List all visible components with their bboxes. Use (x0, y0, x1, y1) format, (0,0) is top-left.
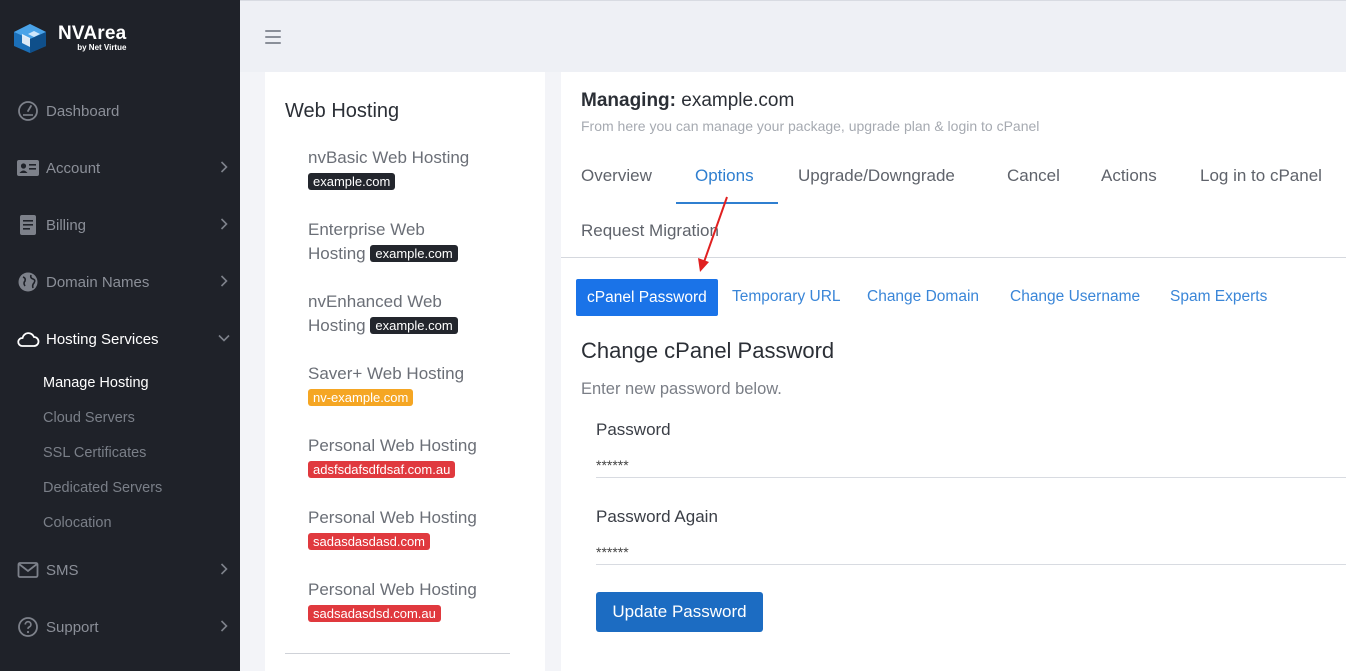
subtab-temporary-url[interactable]: Temporary URL (732, 288, 841, 306)
sidebar-item-label: Account (46, 159, 101, 177)
hosting-service-item[interactable]: Personal Web Hosting sadasdasdasd.com (308, 506, 508, 554)
chevron-right-icon (220, 218, 228, 230)
hosting-service-item[interactable]: nvEnhanced Web Hosting example.com (308, 290, 478, 338)
active-tab-indicator (676, 202, 778, 204)
sidebar-item-label: Support (46, 618, 99, 636)
sidebar-subitem-cloud-servers[interactable]: Cloud Servers (43, 410, 135, 426)
tab-request-migration[interactable]: Request Migration (581, 221, 719, 241)
hosting-list-card: Web Hosting nvBasic Web Hosting example.… (265, 72, 545, 671)
sidebar-item-billing[interactable]: Billing (0, 205, 240, 245)
domain-badge: nv-example.com (308, 389, 414, 406)
section-subtitle: Enter new password below. (581, 380, 782, 398)
domain-badge: adsfsdafsdfdsaf.com.au (308, 461, 456, 478)
sidebar-item-label: Billing (46, 216, 87, 234)
page-subtitle: From here you can manage your package, u… (581, 118, 1040, 134)
subtab-cpanel-password[interactable]: cPanel Password (576, 279, 718, 316)
sidebar-item-sms[interactable]: SMS (0, 550, 240, 590)
top-bar (240, 0, 1346, 72)
hosting-service-item[interactable]: Personal Web Hosting sadsadasdsd.com.au (308, 578, 508, 626)
chevron-right-icon (220, 161, 228, 173)
hosting-service-item[interactable]: Enterprise Web Hosting example.com (308, 218, 478, 266)
managing-domain: example.com (681, 90, 795, 111)
page-title: Managing: example.com (581, 90, 794, 112)
sidebar-item-hosting-services[interactable]: Hosting Services (0, 319, 240, 359)
sidebar-subitem-dedicated-servers[interactable]: Dedicated Servers (43, 480, 162, 496)
divider (285, 653, 510, 654)
managing-label: Managing: (581, 90, 676, 111)
tab-options[interactable]: Options (695, 166, 754, 186)
subtab-change-username[interactable]: Change Username (1010, 288, 1140, 306)
service-name: Personal Web Hosting (308, 436, 477, 455)
sidebar-item-domain-names[interactable]: Domain Names (0, 262, 240, 302)
globe-icon (16, 270, 40, 294)
tab-cancel[interactable]: Cancel (1007, 166, 1060, 186)
sidebar-subitem-colocation[interactable]: Colocation (43, 515, 112, 531)
hosting-service-item[interactable]: Personal Web Hosting adsfsdafsdfdsaf.com… (308, 434, 508, 482)
sidebar-subitem-manage-hosting[interactable]: Manage Hosting (43, 375, 149, 391)
subtab-change-domain[interactable]: Change Domain (867, 288, 979, 306)
help-icon (16, 615, 40, 639)
update-password-button[interactable]: Update Password (596, 592, 763, 632)
chevron-right-icon (220, 620, 228, 632)
tab-log-in-to-cpanel[interactable]: Log in to cPanel (1200, 166, 1322, 186)
password-label: Password (596, 420, 671, 439)
password-field[interactable] (596, 450, 1346, 478)
brand-sub: by Net Virtue (77, 43, 127, 52)
domain-badge: example.com (370, 245, 458, 262)
sidebar-item-label: SMS (46, 561, 79, 579)
chevron-right-icon (220, 275, 228, 287)
chevron-down-icon (218, 334, 230, 342)
subtab-spam-experts[interactable]: Spam Experts (1170, 288, 1267, 306)
tab-actions[interactable]: Actions (1101, 166, 1157, 186)
logo-cube-icon (14, 24, 46, 53)
brand-logo[interactable]: NVArea by Net Virtue (10, 22, 126, 54)
manage-panel: Managing: example.com From here you can … (561, 72, 1346, 671)
id-card-icon (16, 156, 40, 180)
cloud-icon (16, 327, 40, 351)
tab-upgrade-downgrade[interactable]: Upgrade/Downgrade (798, 166, 955, 186)
hosting-service-item[interactable]: nvBasic Web Hosting example.com (308, 146, 508, 194)
speedometer-icon (16, 99, 40, 123)
sidebar-item-dashboard[interactable]: Dashboard (0, 91, 240, 131)
hosting-list-title: Web Hosting (285, 100, 400, 122)
password-again-label: Password Again (596, 507, 718, 526)
domain-badge: sadasdasdasd.com (308, 533, 431, 550)
sidebar-item-label: Hosting Services (46, 330, 159, 348)
section-title: Change cPanel Password (581, 338, 835, 363)
divider (561, 257, 1346, 258)
invoice-icon (16, 213, 40, 237)
domain-badge: example.com (308, 173, 396, 190)
tab-overview[interactable]: Overview (581, 166, 652, 186)
sidebar-item-support[interactable]: Support (0, 607, 240, 647)
domain-badge: sadsadasdsd.com.au (308, 605, 441, 622)
chevron-right-icon (220, 563, 228, 575)
sidebar-subitem-ssl-certificates[interactable]: SSL Certificates (43, 445, 146, 461)
brand-name: NVArea (58, 23, 127, 44)
sidebar-item-account[interactable]: Account (0, 148, 240, 188)
hosting-service-item[interactable]: Saver+ Web Hosting nv-example.com (308, 362, 508, 410)
sidebar-item-label: Dashboard (46, 102, 120, 120)
service-name: Personal Web Hosting (308, 508, 477, 527)
service-name: Personal Web Hosting (308, 580, 477, 599)
sidebar: NVArea by Net Virtue Dashboard Account B… (0, 0, 240, 671)
domain-badge: example.com (370, 317, 458, 334)
service-name: nvBasic Web Hosting (308, 148, 470, 167)
password-again-field[interactable] (596, 537, 1346, 565)
envelope-icon (16, 558, 40, 582)
sidebar-item-label: Domain Names (46, 273, 150, 291)
hamburger-menu-icon[interactable] (265, 30, 281, 44)
service-name: Saver+ Web Hosting (308, 364, 465, 383)
